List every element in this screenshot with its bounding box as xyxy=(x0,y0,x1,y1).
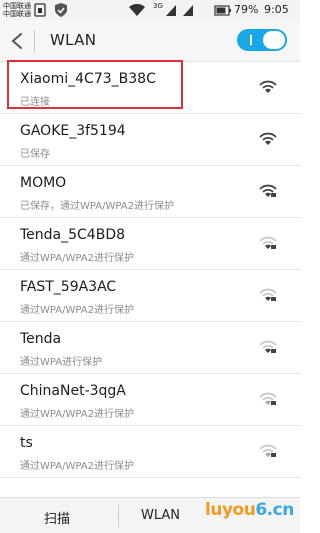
network-status: 通过WPA/WPA2进行保护 xyxy=(20,461,134,472)
network-item[interactable]: ts 通过WPA/WPA2进行保护 xyxy=(0,426,300,478)
network-status: 已保存，通过WPA/WPA2进行保护 xyxy=(20,201,174,212)
network-status: 通过WPA/WPA2进行保护 xyxy=(20,305,134,316)
wifi-signal-icon xyxy=(259,132,277,145)
network-ssid: ts xyxy=(20,435,33,451)
shield-icon xyxy=(55,3,67,17)
wifi-weak-lock-icon xyxy=(259,444,277,457)
battery-percent: 79% xyxy=(234,3,259,16)
network-ssid: Tenda_5C4BD8 xyxy=(20,227,126,243)
toggle-knob xyxy=(263,31,285,49)
wlan-settings-button[interactable]: WLAN xyxy=(141,508,180,523)
wifi-signal-icon xyxy=(259,80,277,93)
wlan-toggle[interactable] xyxy=(237,29,287,51)
network-ssid: Tenda xyxy=(20,331,62,347)
signal-2-icon xyxy=(183,5,193,16)
watermark-part: you xyxy=(221,500,256,520)
watermark-part: 6 xyxy=(255,500,267,520)
network-item[interactable]: FAST_59A3AC 通过WPA/WPA2进行保护 xyxy=(0,270,300,322)
title-bar: WLAN xyxy=(0,20,300,62)
network-item[interactable]: GAOKE_3f5194 已保存 xyxy=(0,114,300,166)
network-ssid: GAOKE_3f5194 xyxy=(20,123,126,139)
connected-network-highlight xyxy=(7,60,183,109)
network-status: 通过WPA/WPA2进行保护 xyxy=(20,253,134,264)
network-ssid: FAST_59A3AC xyxy=(20,279,117,295)
carrier-labels: 中国联通 中国联通 xyxy=(3,2,31,18)
network-ssid: MOMO xyxy=(20,175,67,191)
status-bar: 中国联通 中国联通 3G 79% 9:05 xyxy=(0,0,300,20)
watermark-part: lu xyxy=(205,500,222,520)
network-status: 通过WPA进行保护 xyxy=(20,357,103,368)
wifi-weak-lock-icon xyxy=(259,392,277,405)
bottom-divider xyxy=(118,505,119,527)
title-divider xyxy=(34,30,35,52)
network-status: 已保存 xyxy=(20,149,50,160)
battery-icon xyxy=(214,5,231,16)
wifi-weak-lock-icon xyxy=(259,236,277,249)
network-status: 通过WPA/WPA2进行保护 xyxy=(20,409,134,420)
network-ssid: ChinaNet-3qgA xyxy=(20,383,126,399)
wifi-network-list: Xiaomi_4C73_B38C 已连接 GAOKE_3f5194 已保存 MO… xyxy=(0,62,300,478)
watermark-part: .cn xyxy=(266,500,295,520)
page-title: WLAN xyxy=(50,31,97,49)
wifi-weak-lock-icon xyxy=(259,340,277,353)
signal-1-icon xyxy=(166,5,176,16)
scan-button[interactable]: 扫描 xyxy=(44,508,70,527)
wifi-weak-lock-icon xyxy=(259,288,277,301)
sim-icon xyxy=(34,3,46,17)
network-item[interactable]: Tenda 通过WPA进行保护 xyxy=(0,322,300,374)
toggle-on-mark xyxy=(250,35,252,45)
network-type: 3G xyxy=(153,2,163,10)
back-arrow-icon[interactable] xyxy=(10,32,24,50)
wifi-status-icon xyxy=(129,4,145,16)
carrier-1: 中国联通 xyxy=(3,2,31,10)
carrier-2: 中国联通 xyxy=(3,10,31,18)
network-item[interactable]: Tenda_5C4BD8 通过WPA/WPA2进行保护 xyxy=(0,218,300,270)
network-item[interactable]: ChinaNet-3qgA 通过WPA/WPA2进行保护 xyxy=(0,374,300,426)
network-item[interactable]: MOMO 已保存，通过WPA/WPA2进行保护 xyxy=(0,166,300,218)
wifi-lock-icon xyxy=(259,184,277,197)
clock: 9:05 xyxy=(264,3,289,16)
watermark-logo: luyou6.cn xyxy=(205,500,294,520)
